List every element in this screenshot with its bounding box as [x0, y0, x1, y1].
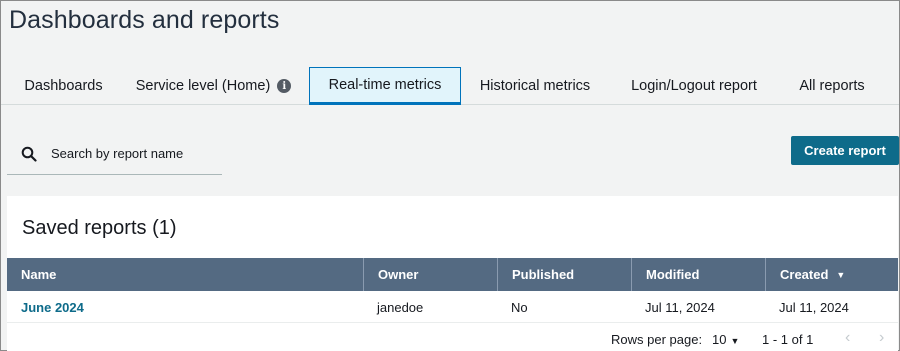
search-box	[7, 133, 222, 175]
search-input[interactable]	[51, 146, 211, 161]
column-header-published[interactable]: Published	[497, 258, 631, 291]
pagination: Rows per page: 10 ▼ 1 - 1 of 1 ‹ ›	[7, 324, 898, 351]
page-range: 1 - 1 of 1	[762, 332, 814, 347]
cell-created: Jul 11, 2024	[779, 299, 849, 315]
tab-dashboards[interactable]: Dashboards	[11, 67, 116, 105]
tab-label: Login/Logout report	[631, 78, 757, 94]
tab-label: Real-time metrics	[328, 77, 442, 93]
tab-login-logout-report[interactable]: Login/Logout report	[614, 67, 774, 105]
tab-label: Dashboards	[24, 78, 103, 94]
report-link[interactable]: June 2024	[21, 300, 84, 315]
cell-modified: Jul 11, 2024	[645, 299, 715, 315]
app-frame: Dashboards and reports Dashboards Servic…	[0, 0, 900, 351]
rows-per-page-select[interactable]: 10 ▼	[712, 332, 739, 347]
tab-historical-metrics[interactable]: Historical metrics	[468, 67, 602, 105]
saved-reports-panel: Saved reports (1) Name Owner Published M…	[7, 196, 898, 351]
table-row: June 2024 janedoe No Jul 11, 2024 Jul 11…	[7, 291, 898, 323]
next-page-icon[interactable]: ›	[879, 329, 884, 347]
tab-real-time-metrics[interactable]: Real-time metrics	[309, 67, 461, 105]
tab-label: Historical metrics	[479, 78, 591, 94]
tab-all-reports[interactable]: All reports	[786, 67, 878, 105]
tab-service-level[interactable]: Service level (Home) i	[125, 67, 302, 105]
cell-owner: janedoe	[377, 299, 424, 315]
page-title: Dashboards and reports	[9, 6, 280, 34]
tab-label: All reports	[799, 78, 865, 94]
column-header-created[interactable]: Created ▼	[765, 258, 898, 291]
tab-bar: Dashboards Service level (Home) i Real-t…	[1, 67, 899, 105]
column-header-name[interactable]: Name	[7, 258, 363, 291]
rows-per-page-value: 10	[712, 332, 727, 347]
sort-descending-icon[interactable]: ▼	[836, 270, 845, 280]
cell-published: No	[511, 299, 528, 315]
rows-per-page-label: Rows per page:	[611, 332, 703, 347]
column-header-modified[interactable]: Modified	[631, 258, 765, 291]
caret-down-icon: ▼	[730, 336, 740, 346]
cell-name: June 2024	[7, 291, 363, 323]
saved-reports-title: Saved reports (1)	[22, 217, 177, 239]
column-header-owner[interactable]: Owner	[363, 258, 497, 291]
tab-label: Service level (Home)	[135, 78, 271, 94]
create-report-button[interactable]: Create report	[791, 136, 899, 165]
search-icon	[21, 146, 37, 162]
table-header: Name Owner Published Modified Created ▼	[7, 258, 898, 291]
info-icon[interactable]: i	[277, 79, 292, 93]
previous-page-icon[interactable]: ‹	[845, 329, 850, 347]
